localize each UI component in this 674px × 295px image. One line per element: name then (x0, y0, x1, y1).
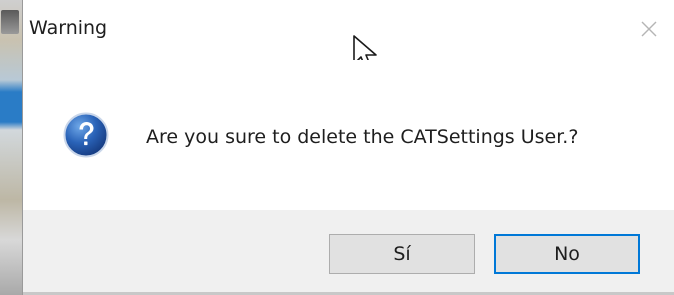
dialog-titlebar[interactable]: Warning (1, 0, 674, 60)
dialog-body: Are you sure to delete the CATSettings U… (23, 60, 674, 210)
app-icon (1, 10, 19, 34)
dialog-footer: Sí No (23, 210, 674, 295)
screen: Warning Are you sure to delete the CATSe… (0, 0, 674, 295)
yes-button[interactable]: Sí (329, 234, 475, 274)
close-icon (641, 21, 657, 37)
warning-dialog: Warning Are you sure to delete the CATSe… (1, 0, 674, 295)
question-icon (63, 112, 109, 158)
background-window-edge (0, 0, 22, 295)
dialog-message: Are you sure to delete the CATSettings U… (146, 126, 579, 148)
dialog-title: Warning (29, 17, 108, 39)
close-button[interactable] (638, 18, 660, 40)
no-button[interactable]: No (494, 234, 640, 274)
